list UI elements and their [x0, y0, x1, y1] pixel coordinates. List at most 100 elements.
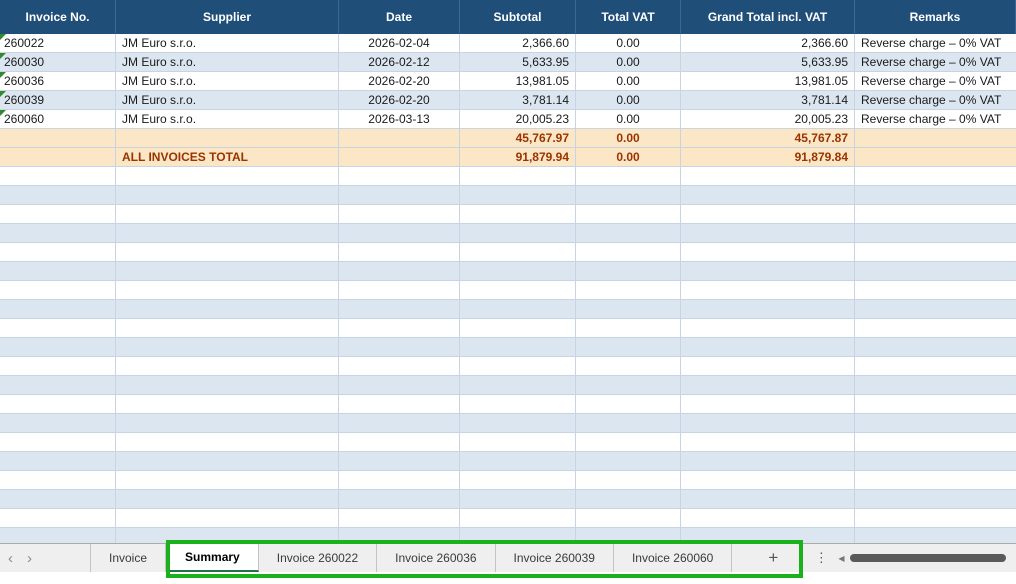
- empty-cell[interactable]: [0, 357, 116, 376]
- empty-cell[interactable]: [0, 186, 116, 205]
- empty-cell[interactable]: [339, 414, 460, 433]
- empty-cell[interactable]: [855, 414, 1016, 433]
- empty-cell[interactable]: [681, 528, 855, 543]
- empty-cell[interactable]: [681, 243, 855, 262]
- empty-cell[interactable]: [576, 433, 681, 452]
- empty-cell[interactable]: [681, 281, 855, 300]
- empty-cell[interactable]: [576, 281, 681, 300]
- scroll-left-icon[interactable]: ◀: [838, 554, 844, 563]
- empty-cell[interactable]: [681, 319, 855, 338]
- empty-cell[interactable]: [116, 490, 339, 509]
- empty-cell[interactable]: [339, 376, 460, 395]
- empty-cell[interactable]: [116, 471, 339, 490]
- cell-total-vat-total[interactable]: 0.00: [576, 129, 681, 148]
- empty-cell[interactable]: [576, 490, 681, 509]
- cell-remarks[interactable]: Reverse charge – 0% VAT: [855, 53, 1016, 72]
- empty-cell[interactable]: [339, 205, 460, 224]
- empty-cell[interactable]: [681, 262, 855, 281]
- empty-cell[interactable]: [681, 490, 855, 509]
- empty-cell[interactable]: [681, 414, 855, 433]
- empty-cell[interactable]: [576, 376, 681, 395]
- cell-total-vat[interactable]: 0.00: [576, 110, 681, 129]
- empty-cell[interactable]: [339, 224, 460, 243]
- empty-cell[interactable]: [339, 433, 460, 452]
- cell-total-vat[interactable]: 0.00: [576, 72, 681, 91]
- empty-cell[interactable]: [855, 167, 1016, 186]
- empty-cell[interactable]: [339, 395, 460, 414]
- empty-cell[interactable]: [576, 414, 681, 433]
- empty-cell[interactable]: [855, 509, 1016, 528]
- empty-cell[interactable]: [460, 262, 576, 281]
- empty-cell[interactable]: [460, 452, 576, 471]
- column-header[interactable]: Remarks: [855, 0, 1016, 34]
- empty-cell[interactable]: [339, 357, 460, 376]
- empty-cell[interactable]: [576, 395, 681, 414]
- cell-invoice-no[interactable]: 260060: [0, 110, 116, 129]
- empty-cell[interactable]: [681, 224, 855, 243]
- empty-cell[interactable]: [681, 205, 855, 224]
- empty-cell[interactable]: [855, 452, 1016, 471]
- empty-cell[interactable]: [339, 281, 460, 300]
- empty-cell[interactable]: [0, 509, 116, 528]
- empty-cell[interactable]: [339, 452, 460, 471]
- cell-subtotal-total[interactable]: 91,879.94: [460, 148, 576, 167]
- empty-cell[interactable]: [576, 338, 681, 357]
- empty-cell[interactable]: [681, 509, 855, 528]
- empty-cell[interactable]: [116, 338, 339, 357]
- empty-cell[interactable]: [0, 300, 116, 319]
- cell-totals-label[interactable]: ALL INVOICES TOTAL: [116, 148, 339, 167]
- empty-cell[interactable]: [576, 509, 681, 528]
- empty-cell[interactable]: [681, 395, 855, 414]
- cell-remarks[interactable]: Reverse charge – 0% VAT: [855, 91, 1016, 110]
- empty-cell[interactable]: [855, 490, 1016, 509]
- empty-cell[interactable]: [460, 509, 576, 528]
- cell-supplier[interactable]: JM Euro s.r.o.: [116, 91, 339, 110]
- empty-cell[interactable]: [116, 262, 339, 281]
- empty-cell[interactable]: [576, 471, 681, 490]
- empty-cell[interactable]: [681, 433, 855, 452]
- empty-cell[interactable]: [116, 224, 339, 243]
- empty-cell[interactable]: [576, 452, 681, 471]
- empty-cell[interactable]: [116, 186, 339, 205]
- cell-invoice-no[interactable]: 260039: [0, 91, 116, 110]
- empty-cell[interactable]: [460, 167, 576, 186]
- empty-cell[interactable]: [460, 490, 576, 509]
- cell-grand-total[interactable]: 20,005.23: [681, 110, 855, 129]
- empty-cell[interactable]: [460, 376, 576, 395]
- empty-cell[interactable]: [0, 433, 116, 452]
- empty-cell[interactable]: [0, 376, 116, 395]
- cell-supplier[interactable]: JM Euro s.r.o.: [116, 53, 339, 72]
- empty-cell[interactable]: [576, 262, 681, 281]
- empty-cell[interactable]: [855, 262, 1016, 281]
- empty-cell[interactable]: [855, 471, 1016, 490]
- empty-cell[interactable]: [116, 509, 339, 528]
- column-header[interactable]: Supplier: [116, 0, 339, 34]
- cell-invoice-no[interactable]: 260036: [0, 72, 116, 91]
- cell-grand-total[interactable]: 2,366.60: [681, 34, 855, 53]
- cell-supplier[interactable]: JM Euro s.r.o.: [116, 110, 339, 129]
- cell-subtotal[interactable]: 2,366.60: [460, 34, 576, 53]
- empty-cell[interactable]: [0, 281, 116, 300]
- empty-cell[interactable]: [576, 167, 681, 186]
- column-header[interactable]: Total VAT: [576, 0, 681, 34]
- empty-cell[interactable]: [681, 186, 855, 205]
- empty-cell[interactable]: [339, 509, 460, 528]
- cell-supplier[interactable]: JM Euro s.r.o.: [116, 34, 339, 53]
- empty-cell[interactable]: [339, 262, 460, 281]
- empty-cell[interactable]: [855, 205, 1016, 224]
- sheet-tab-invoice-260060[interactable]: Invoice 260060: [614, 544, 732, 572]
- empty-cell[interactable]: [460, 224, 576, 243]
- empty-cell[interactable]: [855, 281, 1016, 300]
- empty-cell[interactable]: [681, 471, 855, 490]
- empty-cell[interactable]: [576, 319, 681, 338]
- empty-cell[interactable]: [116, 395, 339, 414]
- empty-cell[interactable]: [116, 357, 339, 376]
- cell-subtotal-total[interactable]: 45,767.97: [460, 129, 576, 148]
- sheet-tab-invoice-260022[interactable]: Invoice 260022: [259, 544, 377, 572]
- column-header[interactable]: Date: [339, 0, 460, 34]
- cell-invoice-no[interactable]: 260030: [0, 53, 116, 72]
- empty-cell[interactable]: [460, 528, 576, 543]
- empty-cell[interactable]: [855, 433, 1016, 452]
- empty-cell[interactable]: [339, 300, 460, 319]
- empty-cell[interactable]: [460, 471, 576, 490]
